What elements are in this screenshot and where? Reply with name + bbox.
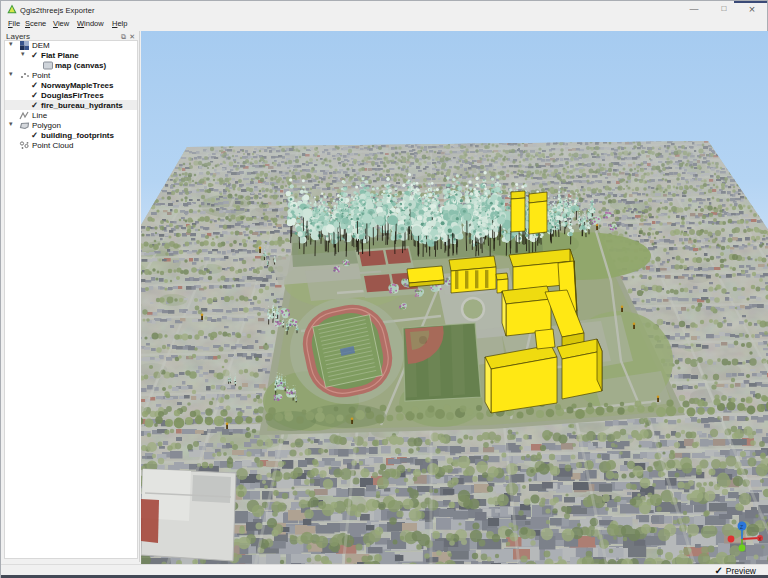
svg-text:Z: Z (740, 524, 743, 530)
